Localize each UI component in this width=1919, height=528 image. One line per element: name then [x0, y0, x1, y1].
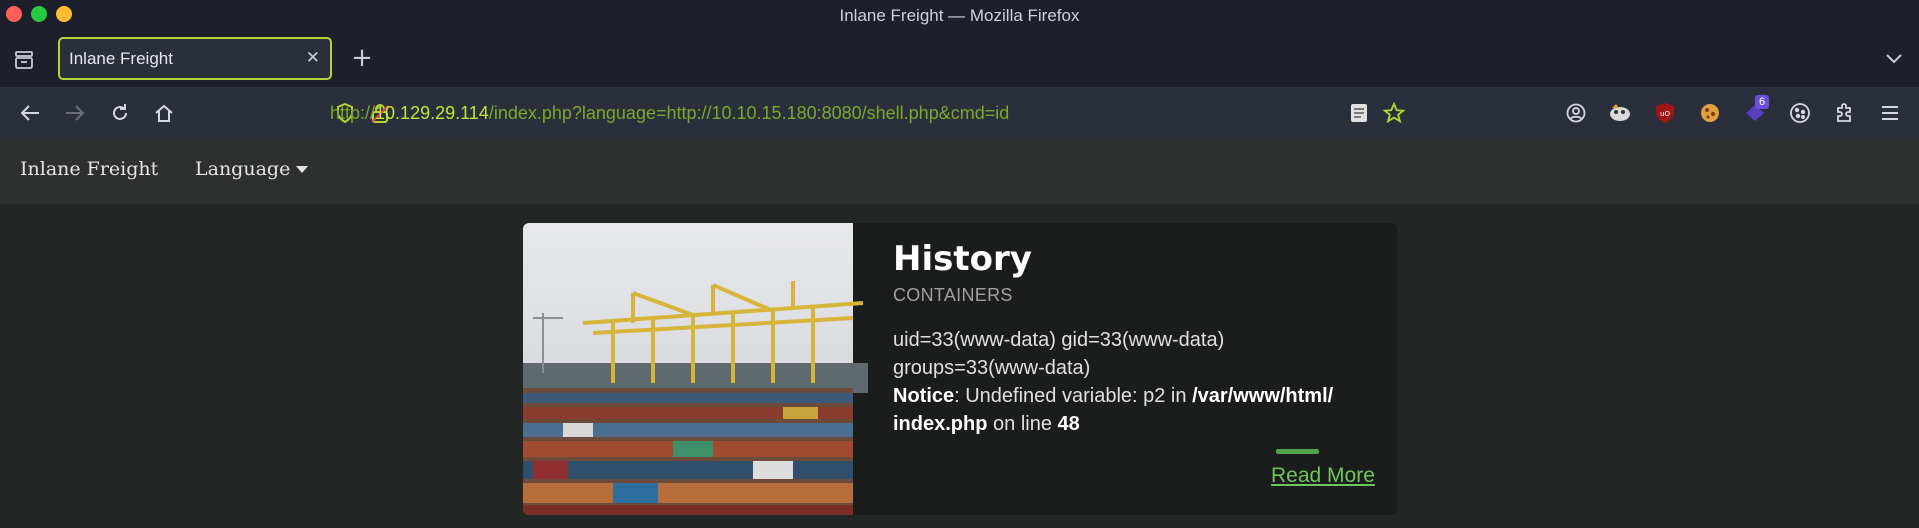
tab-close-icon[interactable]: ✕ [306, 48, 320, 68]
notice-text: : Undefined variable: p2 in [954, 385, 1193, 407]
url-scheme: http:// [330, 102, 376, 123]
tab-inlane-freight[interactable]: Inlane Freight ✕ [58, 37, 332, 80]
window-controls [6, 6, 72, 22]
card-body: History CONTAINERS uid=33(www-data) gid=… [893, 237, 1383, 438]
card-title: History [893, 239, 1032, 279]
window-title: Inlane Freight — Mozilla Firefox [839, 6, 1080, 25]
history-card: History CONTAINERS uid=33(www-data) gid=… [523, 223, 1397, 515]
notice-label: Notice [893, 385, 955, 407]
site-navbar: Inlane Freight Language [0, 139, 1919, 204]
extensions-puzzle-icon[interactable] [1831, 99, 1859, 127]
url-text: http://10.129.29.114/index.php?language=… [330, 103, 1009, 124]
ublock-origin-icon[interactable]: uO [1651, 99, 1679, 127]
cookie-editor-icon[interactable] [1786, 99, 1814, 127]
output-line-2: groups=33(www-data) [893, 357, 1091, 379]
forward-icon[interactable] [61, 99, 89, 127]
read-more-link[interactable]: Read More [1271, 464, 1375, 488]
new-tab-button[interactable]: + [350, 43, 374, 73]
bookmark-star-icon[interactable] [1380, 99, 1408, 127]
back-icon[interactable] [16, 99, 44, 127]
site-brand-link[interactable]: Inlane Freight [20, 158, 158, 180]
notice-online: on line [987, 413, 1058, 435]
extension-badge-icon[interactable]: 6 [1741, 95, 1770, 127]
url-bar[interactable]: http://10.129.29.114/index.php?language=… [330, 97, 1410, 129]
account-icon[interactable] [1562, 99, 1590, 127]
svg-text:uO: uO [1660, 110, 1670, 118]
list-all-tabs-icon[interactable] [1882, 47, 1906, 71]
minimize-window-button[interactable] [56, 6, 72, 22]
tab-title: Inlane Freight [69, 48, 173, 68]
language-dropdown[interactable]: Language [195, 158, 309, 180]
tab-strip: Inlane Freight ✕ + [0, 32, 1919, 87]
card-subtitle: CONTAINERS [893, 285, 1013, 305]
home-icon[interactable] [150, 99, 178, 127]
reader-view-icon[interactable] [1345, 99, 1373, 127]
extension-count-badge: 6 [1755, 95, 1770, 109]
url-host: 10.129.29.114 [375, 102, 489, 123]
maximize-window-button[interactable] [31, 6, 47, 22]
read-more-accent-bar [1276, 449, 1319, 454]
tab-overview-icon[interactable] [12, 48, 36, 72]
extension-proxy-icon[interactable] [1606, 99, 1634, 127]
hamburger-menu-icon[interactable] [1876, 99, 1904, 127]
output-line-1: uid=33(www-data) gid=33(www-data) [893, 329, 1225, 351]
command-output: uid=33(www-data) gid=33(www-data) groups… [893, 326, 1383, 438]
php-notice: Notice: Undefined variable: p2 in /var/w… [893, 382, 1383, 438]
caret-down-icon [296, 165, 309, 173]
navigation-toolbar: http://10.129.29.114/index.php?language=… [0, 87, 1919, 139]
notice-line: 48 [1057, 413, 1080, 435]
extension-cookie-icon[interactable] [1696, 99, 1724, 127]
reload-icon[interactable] [106, 99, 134, 127]
language-dropdown-label: Language [195, 158, 291, 180]
close-window-button[interactable] [6, 6, 22, 22]
container-port-image [523, 223, 868, 515]
window-titlebar: Inlane Freight — Mozilla Firefox [0, 0, 1919, 32]
url-path: /index.php?language=http://10.10.15.180:… [488, 102, 1010, 123]
